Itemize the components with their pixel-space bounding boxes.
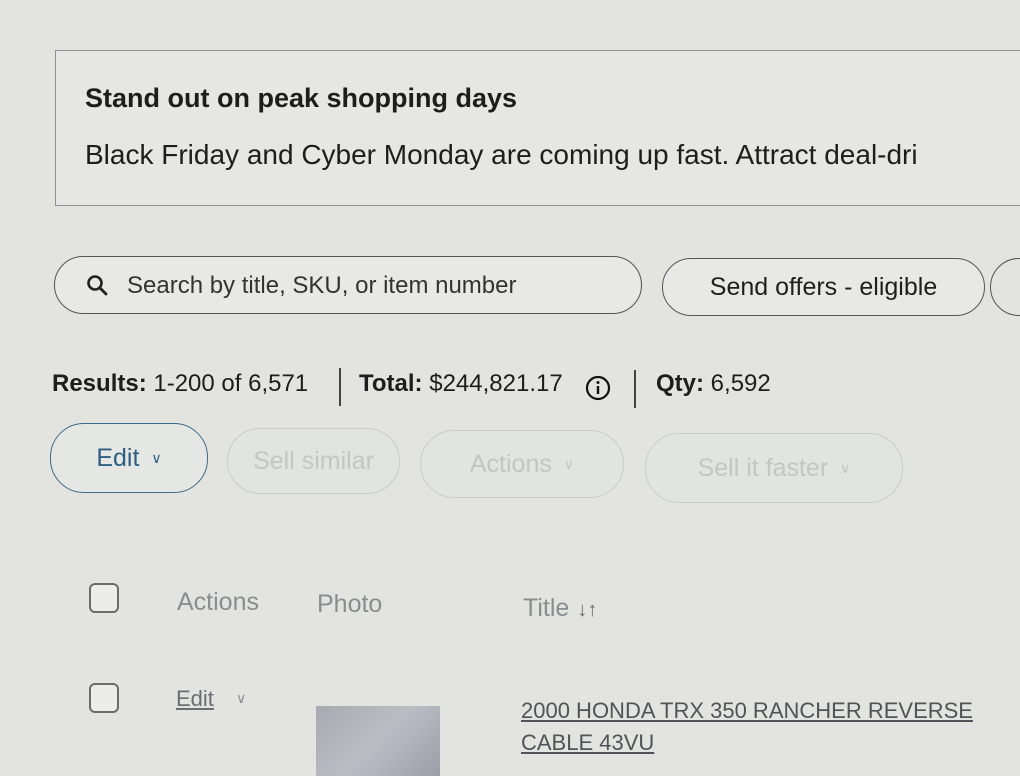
banner-text: Black Friday and Cyber Monday are coming…: [85, 139, 918, 170]
summary-divider: [634, 370, 636, 408]
sell-faster-button-label: Sell it faster: [697, 453, 829, 482]
actions-button-label: Actions: [469, 449, 552, 478]
sell-faster-button[interactable]: Sell it faster ∨: [645, 433, 903, 503]
column-header-title-label: Title: [523, 594, 570, 622]
item-photo[interactable]: [316, 706, 440, 776]
column-header-actions: Actions: [177, 588, 259, 616]
results-label: Results:: [52, 370, 147, 397]
results-summary: Results: 1-200 of 6,571: [52, 370, 308, 398]
actions-button[interactable]: Actions ∨: [420, 430, 624, 498]
search-input[interactable]: [125, 267, 629, 305]
item-title-link[interactable]: 2000 HONDA TRX 350 RANCHER REVERSE CABLE…: [521, 695, 991, 759]
send-offers-button[interactable]: Send offers - eligible: [662, 258, 985, 316]
column-header-title[interactable]: Title ↓↑: [523, 594, 597, 623]
sort-icon[interactable]: ↓↑: [577, 599, 597, 621]
edit-button[interactable]: Edit ∨: [50, 423, 208, 493]
total-value: $244,821.17: [429, 370, 563, 397]
promo-banner: Stand out on peak shopping days Black Fr…: [55, 50, 1020, 206]
next-filter-button[interactable]: [990, 258, 1020, 316]
column-header-photo: Photo: [317, 590, 383, 618]
chevron-down-icon[interactable]: ∨: [236, 690, 246, 707]
search-icon: [87, 275, 108, 296]
sell-similar-button[interactable]: Sell similar: [227, 428, 400, 494]
row-edit-link[interactable]: Edit: [176, 686, 214, 712]
qty-label: Qty:: [656, 370, 704, 397]
total-summary: Total: $244,821.17: [359, 370, 563, 398]
results-value: 1-200 of 6,571: [153, 370, 309, 397]
qty-summary: Qty: 6,592: [656, 370, 771, 398]
search-box[interactable]: [54, 256, 642, 314]
row-checkbox[interactable]: [89, 683, 119, 713]
chevron-down-icon: ∨: [151, 449, 162, 466]
info-icon[interactable]: [585, 375, 611, 401]
banner-title: Stand out on peak shopping days: [85, 83, 518, 113]
total-label: Total:: [359, 370, 423, 397]
qty-value: 6,592: [710, 370, 771, 397]
chevron-down-icon: ∨: [563, 455, 575, 472]
select-all-checkbox[interactable]: [89, 583, 119, 613]
summary-divider: [339, 368, 341, 406]
edit-button-label: Edit: [96, 443, 140, 472]
chevron-down-icon: ∨: [840, 459, 851, 476]
